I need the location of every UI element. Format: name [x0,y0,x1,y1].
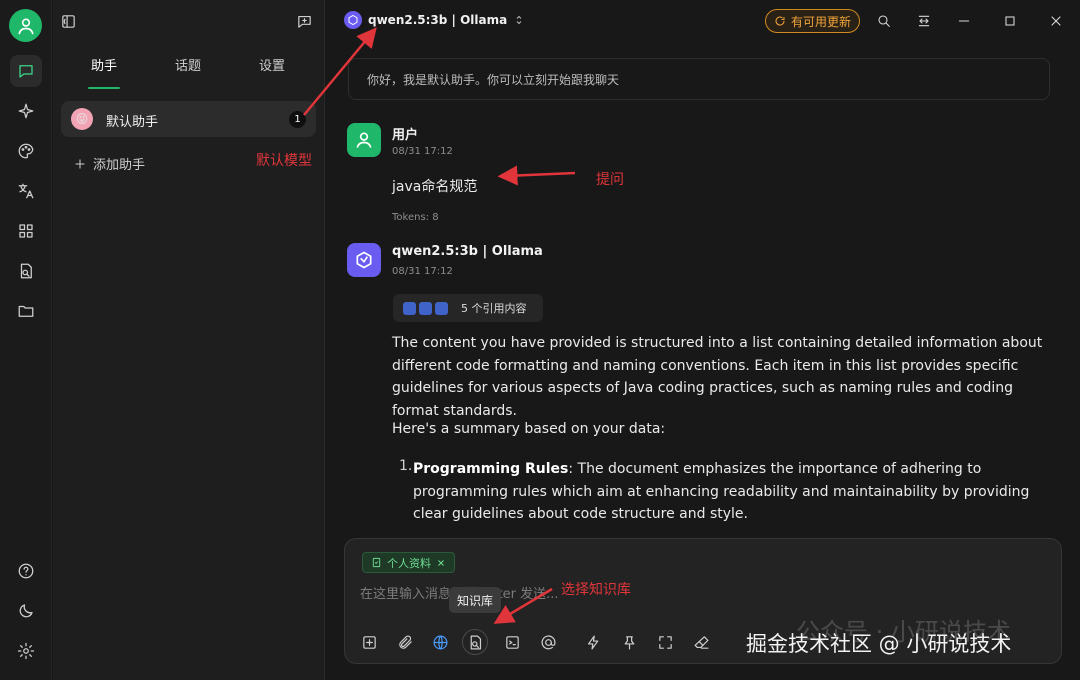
list-item-title: Programming Rules [413,461,569,477]
sparkle-icon[interactable] [10,95,42,127]
user-message-time: 08/31 17:12 [392,146,453,157]
chat-icon[interactable] [10,55,42,87]
assistant-paragraph-1: The content you have provided is structu… [392,335,1043,419]
user-message-text: java命名规范 [392,179,478,195]
pin-icon[interactable] [618,631,640,653]
panel-tabs: 助手 话题 设置 [53,55,325,89]
terminal-icon[interactable] [501,631,523,653]
annotation-default-model: 默认模型 [256,153,312,169]
lightning-icon[interactable] [582,631,604,653]
user-avatar[interactable] [9,9,42,42]
minimize-icon[interactable] [954,11,974,31]
citation-icon [435,301,448,315]
citations-button[interactable]: 5 个引用内容 [393,294,543,322]
main-toolbar: qwen2.5:3b | Ollama 有可用更新 [326,0,1080,42]
assistant-paragraph-2: Here's a summary based on your data: [392,421,666,437]
assistant-message-time: 08/31 17:12 [392,266,453,277]
assistant-panel: 助手 话题 设置 😜 默认助手 1 添加助手 [53,0,325,680]
new-topic-icon[interactable] [293,10,315,32]
topic-count-badge: 1 [289,111,306,128]
knowledge-base-tag[interactable]: 个人资料 [362,552,455,573]
document-icon [372,557,381,568]
user-icon [356,132,372,148]
plus-icon [75,158,85,169]
close-icon[interactable] [1046,11,1066,31]
search-icon[interactable] [874,11,894,31]
translate-icon[interactable] [10,175,42,207]
folder-icon[interactable] [10,295,42,327]
attachment-icon[interactable] [394,631,416,653]
sidebar-toggle-icon[interactable] [57,10,79,32]
expand-icon[interactable] [914,11,934,31]
annotation-question: 提问 [596,172,624,188]
maximize-icon[interactable] [1000,11,1020,31]
web-search-icon[interactable] [429,631,451,653]
list-number: 1. [399,458,413,474]
assistant-message-avatar [347,243,381,277]
model-logo-icon [344,11,362,29]
icon-rail [0,0,52,680]
assistant-message-name: qwen2.5:3b | Ollama [392,244,543,259]
user-message-name: 用户 [392,128,419,143]
citation-icon [419,301,432,315]
user-message-avatar [347,123,381,157]
apps-icon[interactable] [10,215,42,247]
knowledge-base-icon[interactable] [462,629,488,655]
new-topic-tool-icon[interactable] [358,631,380,653]
add-assistant-button[interactable]: 添加助手 [73,154,145,173]
palette-icon[interactable] [10,135,42,167]
chevron-updown-icon [516,15,522,25]
remove-tag-icon[interactable] [436,558,446,568]
model-selector[interactable]: qwen2.5:3b | Ollama [344,11,525,29]
help-icon[interactable] [10,555,42,587]
list-item: Programming Rules: The document emphasiz… [413,458,1045,526]
qwen-logo-icon [356,251,372,269]
tab-assistants[interactable]: 助手 [74,55,134,89]
greeting-message: 你好，我是默认助手。你可以立刻开始跟我聊天 [348,58,1050,100]
tab-topics[interactable]: 话题 [158,55,218,89]
update-available-button[interactable]: 有可用更新 [765,9,860,33]
refresh-icon [775,16,785,26]
eraser-icon[interactable] [690,631,712,653]
knowledge-icon[interactable] [10,255,42,287]
fullscreen-icon[interactable] [654,631,676,653]
gear-icon[interactable] [10,635,42,667]
watermark: 掘金技术社区 @ 小研说技术 [746,632,1012,656]
arrow-to-question [497,165,576,186]
moon-icon[interactable] [10,595,42,627]
assistant-emoji: 😜 [71,108,93,130]
knowledge-base-tooltip: 知识库 [449,587,502,613]
citation-icon [403,301,416,315]
mention-icon[interactable] [537,631,559,653]
assistant-item-default[interactable]: 😜 默认助手 1 [61,101,316,137]
tab-underline [88,87,120,89]
annotation-select-kb: 选择知识库 [561,582,631,598]
user-message-tokens: Tokens: 8 [392,212,439,223]
tab-settings[interactable]: 设置 [242,55,302,89]
user-icon [18,18,34,34]
assistant-name: 默认助手 [106,115,159,130]
